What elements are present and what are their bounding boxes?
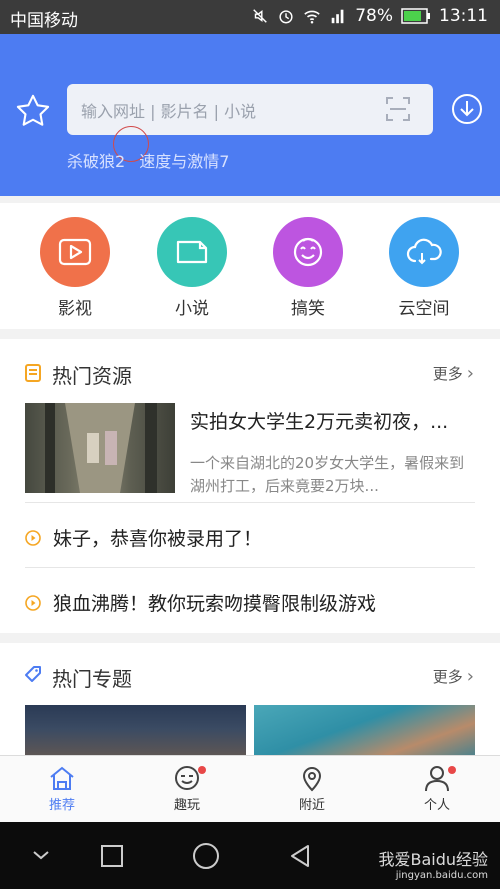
quick-item-cloud[interactable]: 云空间	[389, 217, 459, 319]
status-icons: 78% 13:11	[251, 6, 488, 26]
status-bar: 中国移动 78% 13:11	[0, 0, 500, 34]
quick-item-video[interactable]: 影视	[40, 217, 110, 319]
cloud-icon	[406, 238, 442, 265]
hot-word[interactable]: 杀破狼2	[67, 148, 125, 172]
back-icon[interactable]	[288, 844, 312, 868]
tab-recommend[interactable]: 推荐	[22, 764, 102, 813]
search-header: 输入网址 | 影片名 | 小说 杀破狼2 速度与激情7	[0, 34, 500, 196]
tab-profile[interactable]: 个人	[397, 764, 477, 813]
section-title: 热门专题	[52, 667, 132, 691]
more-link[interactable]: 更多 ›	[433, 666, 474, 687]
mute-icon	[253, 9, 268, 23]
collapse-icon[interactable]	[32, 848, 50, 862]
signal-icon	[331, 9, 344, 24]
chevron-right-icon: ›	[466, 363, 474, 384]
bottom-tab-bar: 推荐 趣玩 附近 个人	[0, 755, 500, 823]
watermark: 我爱Baidu经验 jingyan.baidu.com	[378, 846, 488, 881]
battery-percent: 78%	[355, 6, 393, 26]
download-icon[interactable]	[450, 92, 484, 126]
article-thumbnail[interactable]	[25, 403, 175, 493]
tab-label: 附近	[298, 798, 325, 813]
recent-apps-icon[interactable]	[100, 844, 124, 868]
scan-icon[interactable]	[385, 96, 411, 122]
list-icon	[25, 364, 41, 382]
divider	[25, 502, 475, 503]
quick-access-grid: 影视 小说 搞笑 云空间	[0, 203, 500, 329]
quick-item-label: 小说	[175, 299, 209, 319]
news-title: 妹子，恭喜你被录用了！	[53, 528, 263, 550]
smiley-icon	[293, 237, 323, 267]
play-circle-icon	[25, 594, 41, 611]
quick-item-label: 云空间	[398, 299, 450, 319]
play-circle-icon	[25, 529, 41, 546]
news-title: 狼血沸腾！教你玩索吻摸臀限制级游戏	[53, 593, 377, 615]
hot-resources-section: 热门资源 更多 › 实拍女大学生2万元卖初夜，... 一个来自湖北的20岁女大学生…	[0, 339, 500, 633]
divider	[25, 567, 475, 568]
news-item[interactable]: 狼血沸腾！教你玩索吻摸臀限制级游戏	[25, 589, 376, 616]
quick-item-funny[interactable]: 搞笑	[273, 217, 343, 319]
watermark-url: jingyan.baidu.com	[395, 870, 488, 881]
clock: 13:11	[439, 6, 488, 26]
hot-word[interactable]: 速度与激情7	[139, 148, 229, 172]
notification-badge	[448, 766, 456, 774]
search-placeholder: 输入网址 | 影片名 | 小说	[81, 102, 257, 121]
home-button-icon[interactable]	[192, 842, 220, 870]
chevron-right-icon: ›	[466, 666, 474, 687]
home-icon	[50, 766, 74, 790]
system-nav-bar: 我爱Baidu经验 jingyan.baidu.com	[0, 822, 500, 889]
tab-nearby[interactable]: 附近	[272, 764, 352, 813]
novel-circle	[157, 217, 227, 287]
video-circle	[40, 217, 110, 287]
cloud-circle	[389, 217, 459, 287]
thumbnail-image	[45, 403, 157, 493]
quick-item-novel[interactable]: 小说	[157, 217, 227, 319]
wifi-icon	[304, 10, 320, 24]
section-title: 热门资源	[52, 364, 132, 388]
location-pin-icon	[302, 767, 322, 792]
tab-label: 个人	[423, 798, 450, 813]
topic-banner[interactable]	[25, 705, 246, 755]
topic-banner[interactable]	[254, 705, 475, 755]
favorite-star-icon[interactable]	[14, 92, 52, 130]
carrier-name: 中国移动	[10, 11, 78, 31]
article-title[interactable]: 实拍女大学生2万元卖初夜，...	[190, 407, 480, 434]
book-icon	[176, 240, 208, 264]
alarm-icon	[279, 10, 293, 24]
tab-fun[interactable]: 趣玩	[147, 764, 227, 813]
play-icon	[58, 238, 92, 266]
more-link[interactable]: 更多 ›	[433, 363, 474, 384]
hot-search-words: 杀破狼2 速度与激情7	[67, 148, 229, 172]
more-label: 更多	[432, 668, 463, 686]
tab-label: 趣玩	[173, 798, 200, 813]
funny-circle	[273, 217, 343, 287]
tag-icon	[25, 666, 41, 682]
more-label: 更多	[432, 365, 463, 383]
quick-item-label: 影视	[58, 299, 92, 319]
tab-label: 推荐	[48, 798, 75, 813]
notification-badge	[198, 766, 206, 774]
quick-item-label: 搞笑	[291, 299, 325, 319]
article-description: 一个来自湖北的20岁女大学生，暑假来到湖州打工，后来竟要2万块...	[190, 454, 465, 495]
battery-icon	[401, 8, 430, 24]
hot-topics-section: 热门专题 更多 ›	[0, 643, 500, 755]
news-item[interactable]: 妹子，恭喜你被录用了！	[25, 524, 262, 551]
watermark-main: 我爱Baidu经验	[378, 850, 488, 869]
